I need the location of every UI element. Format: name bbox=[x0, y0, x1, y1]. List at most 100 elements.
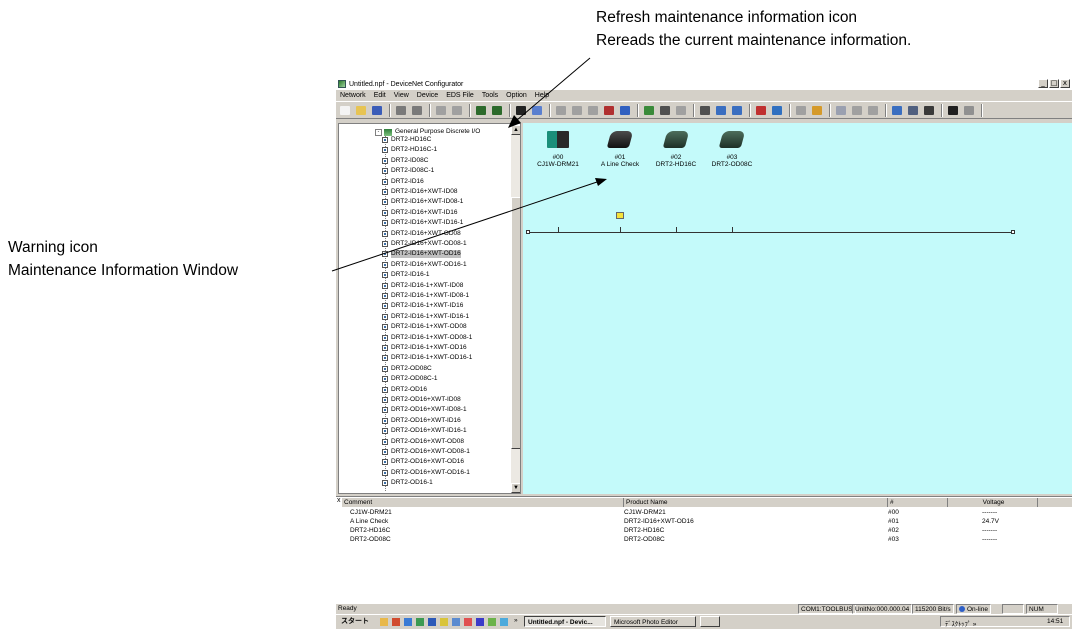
tree-item[interactable]: DRT2-OD16+XWT-OD08-1 bbox=[382, 448, 470, 456]
undo-icon[interactable] bbox=[554, 104, 568, 117]
parameter-icon[interactable] bbox=[618, 104, 632, 117]
menu-edit[interactable]: Edit bbox=[370, 92, 390, 99]
maintenance-row[interactable]: DRT2-HD16C DRT2-HD16C #02 ------- bbox=[342, 526, 1042, 535]
column-header[interactable]: Comment bbox=[342, 498, 624, 507]
maintenance-close-icon[interactable]: x bbox=[337, 497, 341, 504]
add-icon[interactable] bbox=[754, 104, 768, 117]
menu-option[interactable]: Option bbox=[502, 92, 531, 99]
tree-item[interactable]: DRT2-ID16+XWT-OD08 bbox=[382, 230, 461, 238]
disconnect-icon[interactable] bbox=[490, 104, 504, 117]
quicklaunch-icon-6[interactable] bbox=[440, 618, 448, 626]
tree-item[interactable]: DRT2-OD16 bbox=[382, 386, 427, 394]
column-header[interactable]: Product Name bbox=[624, 498, 888, 507]
menu-device[interactable]: Device bbox=[413, 92, 442, 99]
delete-icon[interactable] bbox=[602, 104, 616, 117]
eds-icon[interactable] bbox=[850, 104, 864, 117]
tree-item[interactable]: DRT2-ID16-1+XWT-ID08-1 bbox=[382, 292, 469, 300]
tree-pane-close-icon[interactable]: x bbox=[515, 116, 519, 125]
scroll-down-arrow[interactable]: ▼ bbox=[511, 483, 520, 493]
connect-icon[interactable] bbox=[474, 104, 488, 117]
list-icon[interactable] bbox=[794, 104, 808, 117]
print-icon[interactable] bbox=[410, 104, 424, 117]
tree-item[interactable]: DRT2-ID16-1+XWT-OD16 bbox=[382, 344, 467, 352]
tree-item[interactable]: DRT2-OD16+XWT-ID16-1 bbox=[382, 427, 467, 435]
eds2-icon[interactable] bbox=[866, 104, 880, 117]
quicklaunch-icon-1[interactable] bbox=[380, 618, 388, 626]
title-bar[interactable]: Untitled.npf - DeviceNet Configurator _ … bbox=[336, 78, 1072, 90]
tree-item[interactable]: DRT2-OD16+XWT-OD16-1 bbox=[382, 469, 470, 477]
tree-item[interactable]: DRT2-ID16+XWT-ID08 bbox=[382, 188, 458, 196]
quicklaunch-icon-4[interactable] bbox=[416, 618, 424, 626]
maintenance-row[interactable]: DRT2-OD08C DRT2-OD08C #03 ------- bbox=[342, 535, 1042, 544]
tree-item[interactable]: DRT2-ID16+XWT-ID16-1 bbox=[382, 219, 463, 227]
help-icon[interactable] bbox=[922, 104, 936, 117]
tree-item[interactable]: DRT2-OD16-1 bbox=[382, 479, 433, 487]
remove-icon[interactable] bbox=[770, 104, 784, 117]
tree-item[interactable]: DRT2-ID16+XWT-OD16-1 bbox=[382, 261, 467, 269]
table-icon[interactable] bbox=[658, 104, 672, 117]
quicklaunch-icon-8[interactable] bbox=[464, 618, 472, 626]
tree-item[interactable]: DRT2-ID16+XWT-OD16 bbox=[382, 250, 461, 259]
quicklaunch-icon-7[interactable] bbox=[452, 618, 460, 626]
column-header[interactable]: # bbox=[888, 498, 948, 507]
tree-item[interactable]: DRT2-HD16C bbox=[382, 136, 431, 144]
maintenance-row[interactable]: A Line Check DRT2-ID16+XWT-OD16 #01 24.7V bbox=[342, 517, 1042, 526]
quicklaunch-icon-3[interactable] bbox=[404, 618, 412, 626]
quicklaunch-icon-9[interactable] bbox=[476, 618, 484, 626]
tree-item[interactable]: DRT2-ID16-1+XWT-OD16-1 bbox=[382, 354, 472, 362]
paste-icon[interactable] bbox=[586, 104, 600, 117]
open-folder-icon[interactable] bbox=[354, 104, 368, 117]
tree-item[interactable]: DRT2-ID16-1+XWT-ID08 bbox=[382, 282, 463, 290]
context-help-icon[interactable] bbox=[962, 104, 976, 117]
save-icon[interactable] bbox=[370, 104, 384, 117]
register2-icon[interactable] bbox=[834, 104, 848, 117]
minimize-button[interactable]: _ bbox=[1038, 79, 1048, 88]
warning-icon[interactable] bbox=[616, 212, 624, 219]
column-header[interactable]: Voltage bbox=[948, 498, 1038, 507]
tree-item[interactable]: DRT2-ID16-1+XWT-ID16-1 bbox=[382, 313, 469, 321]
tree-item[interactable]: DRT2-ID16-1+XWT-OD08-1 bbox=[382, 334, 472, 342]
scroll-thumb[interactable] bbox=[511, 197, 520, 449]
tree-root-item[interactable]: - General Purpose Discrete I/O bbox=[375, 128, 480, 136]
tree-item[interactable]: DRT2-ID16-1+XWT-ID16 bbox=[382, 302, 463, 310]
copy-device-icon[interactable] bbox=[570, 104, 584, 117]
sort-icon[interactable] bbox=[714, 104, 728, 117]
menu-view[interactable]: View bbox=[390, 92, 413, 99]
tree-item[interactable]: DRT2-ID16-1+XWT-OD08 bbox=[382, 323, 467, 331]
expand-collapse-icon[interactable]: - bbox=[375, 128, 382, 136]
tree-item[interactable]: DRT2-ID16+XWT-ID16 bbox=[382, 209, 458, 217]
upload-icon[interactable] bbox=[530, 104, 544, 117]
quicklaunch-more[interactable]: » bbox=[514, 617, 518, 624]
quicklaunch-icon-2[interactable] bbox=[392, 618, 400, 626]
network-configuration-pane[interactable]: #00 CJ1W-DRM21 #01 A Line Check #02 DRT2-HD16… bbox=[523, 123, 1072, 494]
new-file-icon[interactable] bbox=[338, 104, 352, 117]
tray-desktop-label[interactable]: ﾃﾞｽｸﾄｯﾌﾟ » bbox=[945, 618, 976, 628]
maximize-button[interactable]: □ bbox=[1049, 79, 1059, 88]
network-device-node[interactable]: #03 DRT2-OD08C bbox=[707, 131, 757, 168]
tree-item[interactable]: DRT2-ID08C bbox=[382, 157, 428, 165]
quicklaunch-icon-10[interactable] bbox=[488, 618, 496, 626]
tree-scrollbar[interactable]: ▲ ▼ bbox=[511, 125, 520, 493]
print-preview-icon[interactable] bbox=[394, 104, 408, 117]
scroll-up-arrow[interactable]: ▲ bbox=[511, 125, 520, 135]
quicklaunch-icon-5[interactable] bbox=[428, 618, 436, 626]
device-catalog-tree[interactable]: - General Purpose Discrete I/O ▲ ▼ DRT2-… bbox=[338, 123, 521, 494]
task-photo-editor[interactable]: Microsoft Photo Editor bbox=[610, 616, 696, 627]
cut-icon[interactable] bbox=[434, 104, 448, 117]
sort2-icon[interactable] bbox=[730, 104, 744, 117]
task-empty[interactable] bbox=[700, 616, 720, 627]
task-devicenet-configurator[interactable]: Untitled.npf - Devic... bbox=[524, 616, 606, 627]
network-device-node[interactable]: #00 CJ1W-DRM21 bbox=[533, 131, 583, 168]
tree-item[interactable]: DRT2-ID16+XWT-OD08-1 bbox=[382, 240, 467, 248]
tree-item[interactable]: DRT2-ID16-1 bbox=[382, 271, 430, 279]
tree-item[interactable]: DRT2-OD16+XWT-OD16 bbox=[382, 458, 464, 466]
tree-item[interactable]: DRT2-ID08C-1 bbox=[382, 167, 434, 175]
grid-icon[interactable] bbox=[698, 104, 712, 117]
register-icon[interactable] bbox=[810, 104, 824, 117]
tree-item[interactable]: DRT2-ID16+XWT-ID08-1 bbox=[382, 198, 463, 206]
menu-network[interactable]: Network bbox=[336, 92, 370, 99]
about-icon[interactable] bbox=[890, 104, 904, 117]
find-icon[interactable] bbox=[946, 104, 960, 117]
quicklaunch-icon-11[interactable] bbox=[500, 618, 508, 626]
copy-icon[interactable] bbox=[450, 104, 464, 117]
